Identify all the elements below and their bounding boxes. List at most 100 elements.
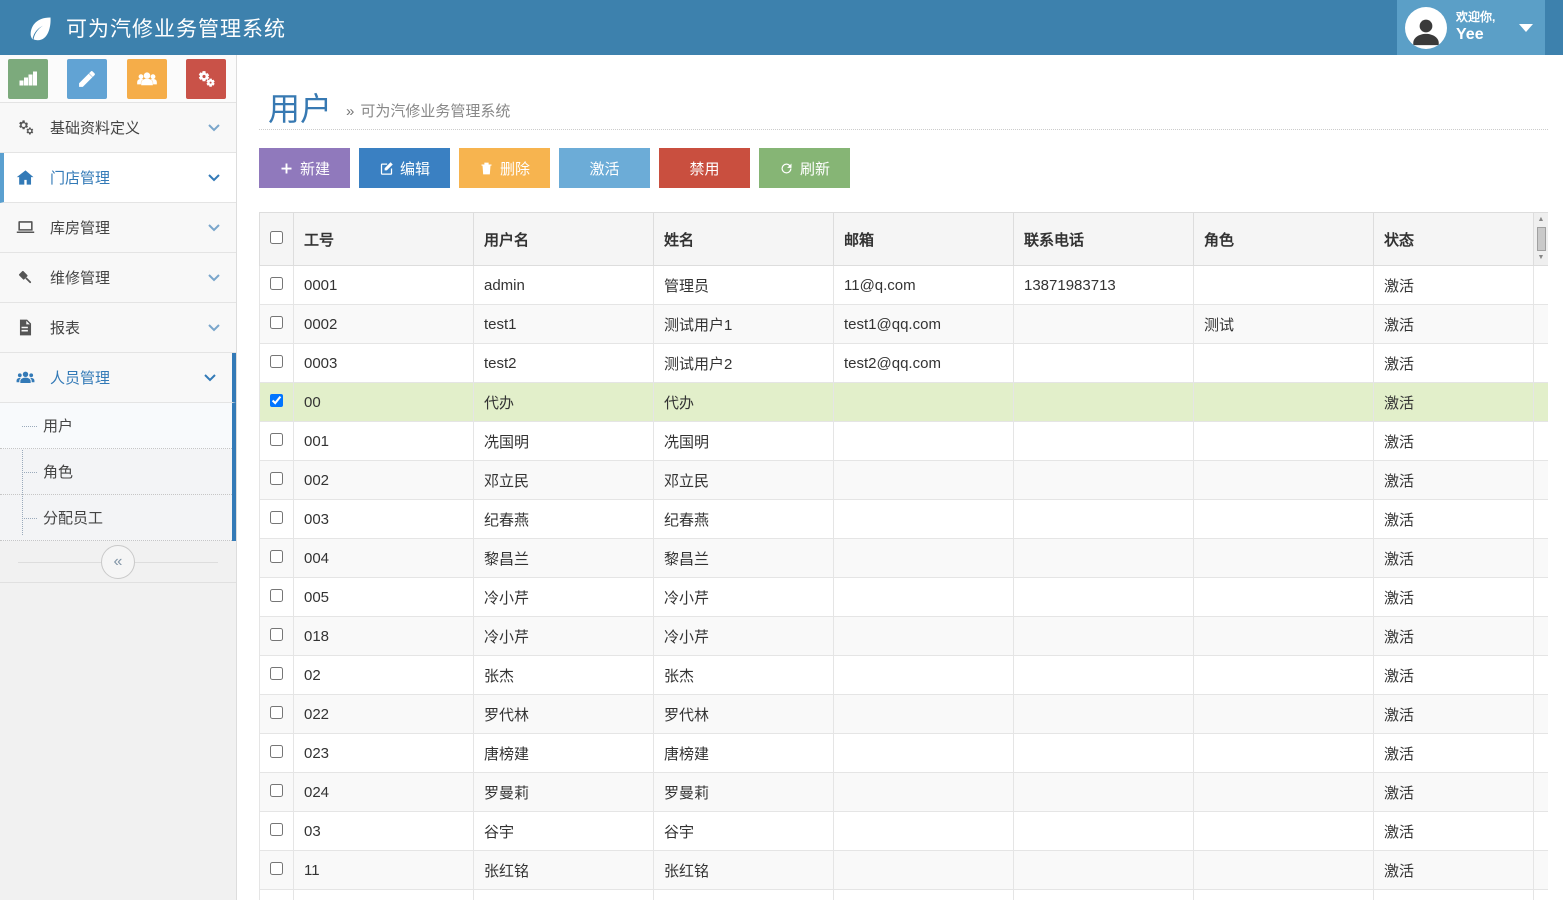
table-row[interactable]: 023唐榜建唐榜建激活 [260,734,1549,773]
table-row[interactable]: 11张红铭张红铭激活 [260,851,1549,890]
submenu-item-users[interactable]: 用户 [0,403,232,449]
row-checkbox[interactable] [270,394,283,407]
table-row[interactable]: 003纪春燕纪春燕激活 [260,500,1549,539]
breadcrumb[interactable]: »可为汽修业务管理系统 [346,100,510,121]
table-row[interactable]: 00代办代办激活 [260,383,1549,422]
cell-employee-id: 018 [294,617,474,656]
delete-button[interactable]: 删除 [459,148,550,188]
submenu-item-roles[interactable]: 角色 [0,449,232,495]
leaf-logo-icon [26,14,54,42]
cell-email [834,734,1014,773]
table-scrollbar[interactable]: ▲ ▼ [1534,213,1548,265]
cell-employee-id: 12 [294,890,474,900]
table-row[interactable]: 12何创才何创才激活 [260,890,1549,900]
table-row[interactable]: 018冷小芹冷小芹激活 [260,617,1549,656]
header-status[interactable]: 状态 [1374,213,1534,266]
table-row[interactable]: 022罗代林罗代林激活 [260,695,1549,734]
table-header-row: 工号 用户名 姓名 邮箱 联系电话 角色 状态 ▲ ▼ [260,213,1549,266]
row-checkbox[interactable] [270,589,283,602]
cell-employee-id: 11 [294,851,474,890]
sidebar-item-reports[interactable]: 报表 [0,303,236,353]
submenu-item-assign-staff[interactable]: 分配员工 [0,495,232,541]
sidebar-item-store-management[interactable]: 门店管理 [0,153,236,203]
header-name[interactable]: 姓名 [654,213,834,266]
button-label: 编辑 [400,158,430,179]
cell-username: 张红铭 [474,851,654,890]
cell-phone [1014,695,1194,734]
caret-down-icon [1519,24,1533,32]
activate-button[interactable]: 激活 [559,148,650,188]
header-email[interactable]: 邮箱 [834,213,1014,266]
cell-phone [1014,812,1194,851]
sidebar-item-warehouse-management[interactable]: 库房管理 [0,203,236,253]
cell-username: 冷小芹 [474,617,654,656]
cell-status: 激活 [1374,812,1534,851]
table-row[interactable]: 03谷宇谷宇激活 [260,812,1549,851]
table-row[interactable]: 024罗曼莉罗曼莉激活 [260,773,1549,812]
cell-username: 何创才 [474,890,654,900]
pencil-tile-button[interactable] [67,59,107,99]
row-checkbox-cell [260,344,294,383]
table-row[interactable]: 0003test2测试用户2test2@qq.com激活 [260,344,1549,383]
cell-name: 测试用户2 [654,344,834,383]
row-checkbox[interactable] [270,628,283,641]
scrollbar-thumb[interactable] [1537,227,1546,251]
chevron-down-icon [208,324,220,332]
cell-username: test2 [474,344,654,383]
refresh-button[interactable]: 刷新 [759,148,850,188]
row-checkbox[interactable] [270,511,283,524]
header-employee-id[interactable]: 工号 [294,213,474,266]
row-checkbox[interactable] [270,433,283,446]
collapse-icon: « [114,553,123,571]
header-phone[interactable]: 联系电话 [1014,213,1194,266]
sidebar-item-base-data[interactable]: 基础资料定义 [0,103,236,153]
row-checkbox[interactable] [270,784,283,797]
cell-role [1194,578,1374,617]
toolbar: 新建 编辑 删除 激活 禁用 刷新 [259,148,1548,188]
collapse-sidebar-button[interactable]: « [101,545,135,579]
cell-name: 冼国明 [654,422,834,461]
row-checkbox[interactable] [270,355,283,368]
cell-email [834,773,1014,812]
header-username[interactable]: 用户名 [474,213,654,266]
row-checkbox[interactable] [270,706,283,719]
table-row[interactable]: 0002test1测试用户1test1@qq.com测试激活 [260,305,1549,344]
users-tile-button[interactable] [127,59,167,99]
new-button[interactable]: 新建 [259,148,350,188]
row-checkbox[interactable] [270,862,283,875]
cell-username: 黎昌兰 [474,539,654,578]
spacer-cell [1534,695,1549,734]
cell-employee-id: 005 [294,578,474,617]
sidebar-item-personnel-management[interactable]: 人员管理 [0,353,236,403]
table-row[interactable]: 0001admin管理员11@q.com13871983713激活 [260,266,1549,305]
row-checkbox[interactable] [270,277,283,290]
gears-tile-button[interactable] [186,59,226,99]
disable-button[interactable]: 禁用 [659,148,750,188]
cell-phone [1014,461,1194,500]
row-checkbox[interactable] [270,472,283,485]
sidebar-item-repair-management[interactable]: 维修管理 [0,253,236,303]
table-row[interactable]: 02张杰张杰激活 [260,656,1549,695]
table-row[interactable]: 005冷小芹冷小芹激活 [260,578,1549,617]
user-menu[interactable]: 欢迎你, Yee [1397,0,1545,55]
scroll-up-icon[interactable]: ▲ [1538,216,1545,224]
row-checkbox[interactable] [270,667,283,680]
spacer-cell [1534,461,1549,500]
edit-button[interactable]: 编辑 [359,148,450,188]
bar-chart-tile-button[interactable] [8,59,48,99]
row-checkbox[interactable] [270,745,283,758]
chevron-down-icon [208,124,220,132]
row-checkbox[interactable] [270,550,283,563]
cell-email [834,422,1014,461]
row-checkbox[interactable] [270,823,283,836]
cell-name: 邓立民 [654,461,834,500]
table-row[interactable]: 004黎昌兰黎昌兰激活 [260,539,1549,578]
table-row[interactable]: 001冼国明冼国明激活 [260,422,1549,461]
cell-email [834,617,1014,656]
spacer-cell [1534,734,1549,773]
table-row[interactable]: 002邓立民邓立民激活 [260,461,1549,500]
header-role[interactable]: 角色 [1194,213,1374,266]
scroll-down-icon[interactable]: ▼ [1538,254,1545,262]
select-all-checkbox[interactable] [270,231,283,244]
row-checkbox[interactable] [270,316,283,329]
